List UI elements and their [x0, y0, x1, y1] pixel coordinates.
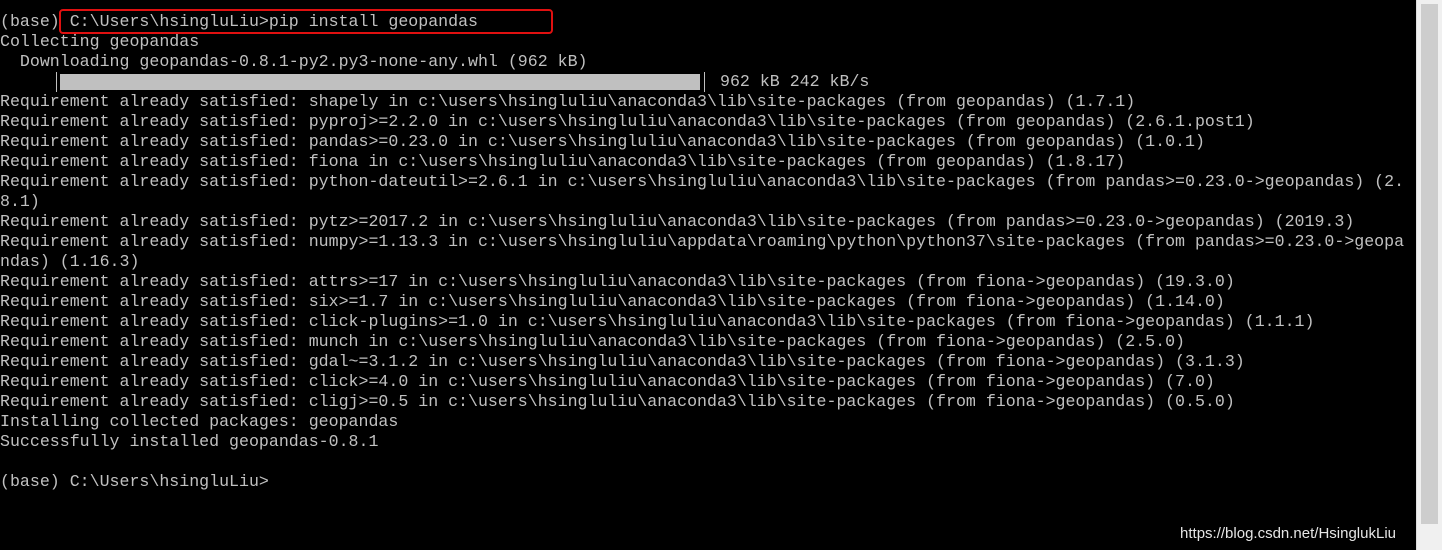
- output-line: Requirement already satisfied: attrs>=17…: [0, 272, 1235, 291]
- output-line: Requirement already satisfied: click-plu…: [0, 312, 1315, 331]
- output-line: Requirement already satisfied: gdal~=3.1…: [0, 352, 1245, 371]
- output-line: 8.1): [0, 192, 40, 211]
- output-line: Requirement already satisfied: six>=1.7 …: [0, 292, 1225, 311]
- download-stats: 962 kB 242 kB/s: [720, 72, 870, 91]
- command-highlight-box: [59, 9, 553, 34]
- current-prompt[interactable]: (base) C:\Users\hsingluLiu>: [0, 472, 269, 492]
- output-line: Downloading geopandas-0.8.1-py2.py3-none…: [0, 52, 588, 71]
- output-line: Requirement already satisfied: python-da…: [0, 172, 1405, 191]
- output-line: ndas) (1.16.3): [0, 252, 140, 271]
- progress-bar-fill: [60, 74, 700, 90]
- watermark-url: https://blog.csdn.net/HsinglukLiu: [1180, 525, 1396, 542]
- terminal-window[interactable]: (base) C:\Users\hsingluLiu>pip install g…: [0, 0, 1416, 550]
- output-line: Requirement already satisfied: cligj>=0.…: [0, 392, 1235, 411]
- output-line: Requirement already satisfied: click>=4.…: [0, 372, 1215, 391]
- progress-bar-right-border: [704, 72, 705, 92]
- output-line: Requirement already satisfied: pyproj>=2…: [0, 112, 1255, 131]
- vertical-scrollbar[interactable]: [1416, 0, 1442, 550]
- output-line: Collecting geopandas: [0, 32, 200, 51]
- output-line: Requirement already satisfied: numpy>=1.…: [0, 232, 1405, 251]
- progress-bar-left-border: [56, 72, 57, 92]
- output-line: Requirement already satisfied: pytz>=201…: [0, 212, 1355, 231]
- download-progress-bar: [56, 72, 706, 92]
- output-line: Requirement already satisfied: pandas>=0…: [0, 132, 1205, 151]
- output-line: Requirement already satisfied: shapely i…: [0, 92, 1136, 111]
- scrollbar-thumb[interactable]: [1421, 4, 1438, 524]
- output-line: Requirement already satisfied: munch in …: [0, 332, 1185, 351]
- output-line: Successfully installed geopandas-0.8.1: [0, 432, 379, 451]
- output-line: Installing collected packages: geopandas: [0, 412, 399, 431]
- output-line: Requirement already satisfied: fiona in …: [0, 152, 1126, 171]
